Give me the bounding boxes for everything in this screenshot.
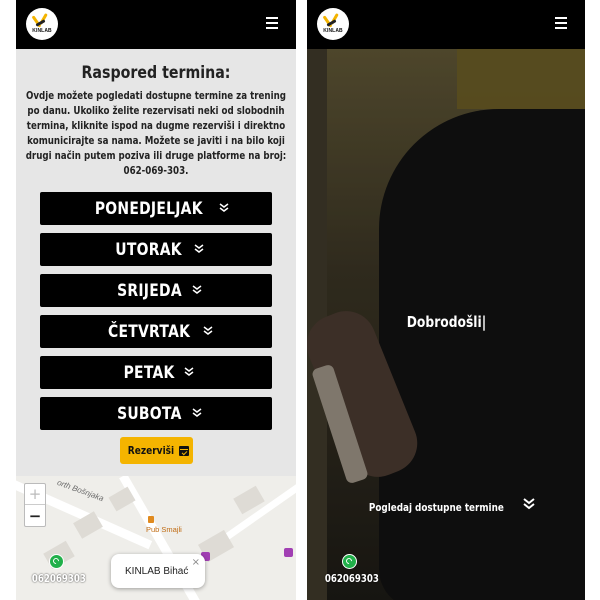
schedule-intro: Raspored termina: Ovdje možete pogledati… (16, 49, 296, 179)
day-button[interactable]: SUBOTA (40, 397, 272, 430)
top-navbar: KINLAB (16, 0, 296, 49)
welcome-screen: KINLAB Dobrodošli| Pogledaj dostupne ter… (307, 0, 585, 600)
poi-label: Pub Smajli (146, 525, 182, 534)
top-navbar: KINLAB (307, 0, 585, 49)
logo-mark-icon: KINLAB (29, 13, 55, 35)
day-button[interactable]: PONEDJELJAK (40, 192, 272, 225)
chevron-double-down-icon (192, 407, 202, 417)
logo-text: KINLAB (32, 28, 52, 34)
map-zoom-control: + − (24, 483, 46, 527)
chevron-double-down-icon (219, 202, 229, 212)
reserve-label: Rezerviši (127, 444, 174, 457)
screenshot-stage: KINLAB Raspored termina: Ovdje možete po… (0, 0, 600, 600)
whatsapp-icon (48, 554, 64, 569)
whatsapp-button[interactable]: 062069303 (319, 554, 379, 587)
street-label: orth Bošnjaka (55, 477, 105, 504)
kinlab-logo[interactable]: KINLAB (317, 8, 349, 40)
kinlab-logo[interactable]: KINLAB (26, 8, 58, 40)
day-label: PONEDJELJAK (95, 198, 203, 219)
popup-text: KINLAB Bihać (125, 566, 189, 577)
welcome-heading: Dobrodošli| (307, 313, 585, 332)
day-label: UTORAK (115, 239, 183, 260)
logo-mark-icon: KINLAB (320, 13, 346, 35)
close-icon[interactable]: × (192, 557, 200, 568)
whatsapp-number: 062069303 (31, 573, 86, 585)
chevron-double-down-icon (184, 366, 194, 376)
whatsapp-number: 062069303 (324, 573, 379, 585)
day-button[interactable]: PETAK (40, 356, 272, 389)
zoom-out-button[interactable]: − (25, 505, 45, 526)
description-text: Ovdje možete pogledati dostupne termine … (25, 90, 287, 162)
day-button[interactable]: SRIJEDA (40, 274, 272, 307)
map-popup: KINLAB Bihać × (111, 554, 205, 588)
pub-icon (148, 516, 154, 523)
menu-icon[interactable] (266, 17, 278, 29)
day-label: PETAK (123, 362, 175, 383)
view-schedule-link[interactable]: Pogledaj dostupne termine (307, 493, 585, 516)
menu-icon[interactable] (555, 17, 567, 29)
chevron-double-down-icon (194, 243, 203, 253)
schedule-screen: KINLAB Raspored termina: Ovdje možete po… (16, 0, 296, 600)
schedule-description: Ovdje možete pogledati dostupne termine … (26, 89, 287, 179)
page-title: Raspored termina: (81, 63, 231, 82)
reserve-button[interactable]: Rezerviši (120, 437, 193, 464)
day-button[interactable]: ČETVRTAK (40, 315, 272, 348)
day-label: SRIJEDA (116, 280, 182, 301)
day-label: ČETVRTAK (107, 321, 191, 342)
logo-text: KINLAB (323, 28, 343, 34)
phone-number-text: 062-069-303. (123, 165, 189, 177)
cta-label: Pogledaj dostupne termine (369, 502, 505, 514)
whatsapp-icon (341, 554, 357, 569)
zoom-in-button[interactable]: + (25, 484, 45, 505)
day-label: SUBOTA (116, 403, 182, 424)
chevron-double-down-icon (203, 325, 213, 335)
shop-icon (284, 548, 293, 557)
welcome-text: Dobrodošli| (406, 313, 486, 331)
whatsapp-button[interactable]: 062069303 (26, 554, 86, 587)
day-list: PONEDJELJAK UTORAK SRIJEDA ČETVRTAK PETAK SUB… (40, 192, 272, 438)
chevron-double-down-icon (193, 284, 202, 294)
day-button[interactable]: UTORAK (40, 233, 272, 266)
calendar-check-icon (179, 445, 190, 456)
chevron-double-down-icon (522, 498, 535, 510)
